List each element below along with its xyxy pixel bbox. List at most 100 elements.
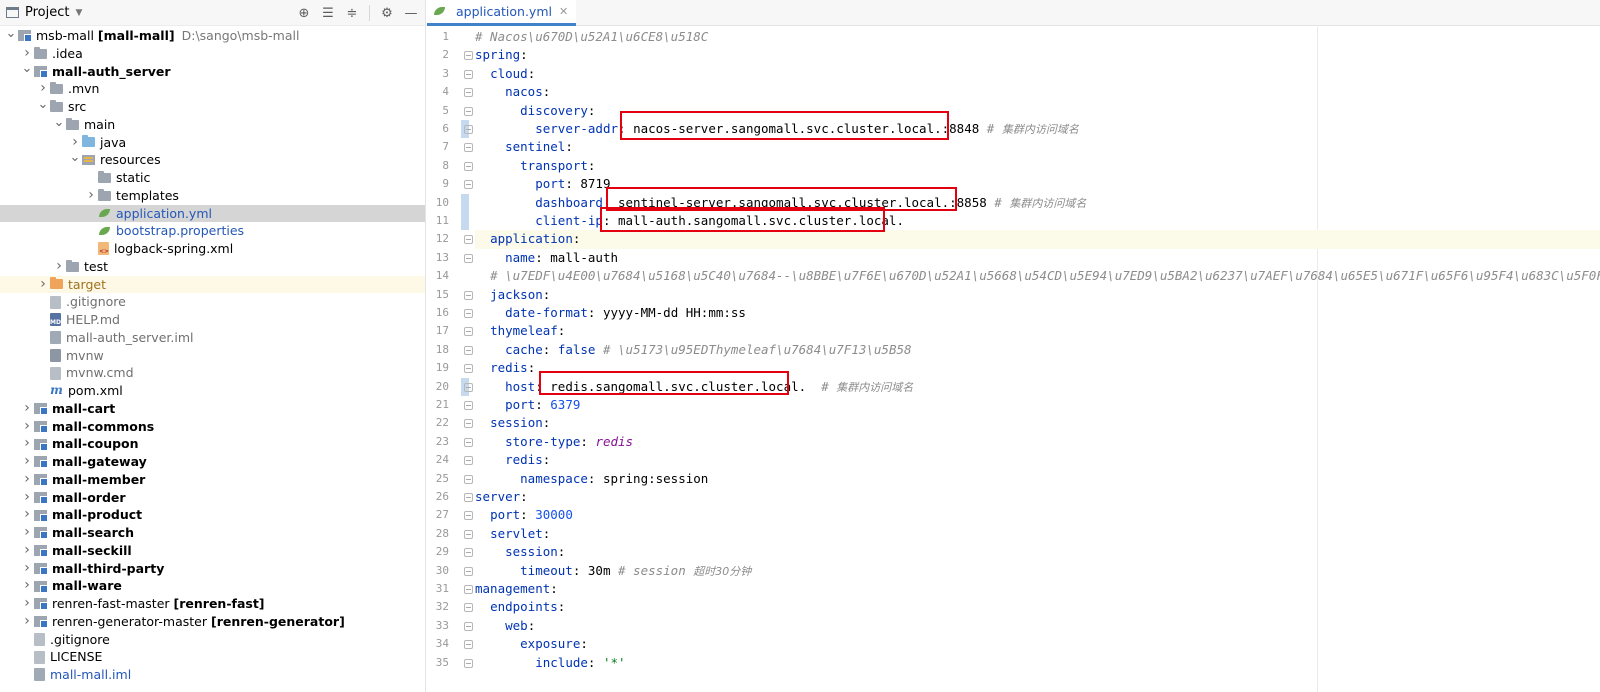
fold-marker[interactable] [464,566,473,576]
fold-marker[interactable] [464,309,473,318]
change-marker[interactable] [461,212,469,231]
fold-marker[interactable] [464,401,473,410]
code-line[interactable]: port: 6379 [475,396,1600,414]
fold-marker[interactable] [464,143,473,153]
tree-item[interactable]: mvnw.cmd [0,364,425,382]
code-line[interactable]: servlet: [475,525,1600,543]
tree-item[interactable]: › mall-third-party [0,560,425,578]
tree-item[interactable]: › .idea [0,45,425,63]
chevron-right-icon[interactable]: › [36,80,50,98]
chevron-down-icon[interactable]: ⌄ [36,98,50,111]
chevron-right-icon[interactable]: › [20,542,34,560]
code-line[interactable]: thymeleaf: [475,322,1600,340]
chevron-right-icon[interactable]: › [84,187,98,205]
collapse-all-icon[interactable]: ≑ [342,4,362,22]
chevron-right-icon[interactable]: › [20,560,34,578]
code-line[interactable]: discovery: [475,102,1600,120]
target-icon[interactable]: ⊕ [294,4,314,22]
chevron-right-icon[interactable]: › [20,471,34,489]
code-line[interactable]: store-type: redis [475,433,1600,451]
fold-marker[interactable] [464,548,473,558]
code-line[interactable]: cache: false # \u5173\u95EDThymeleaf\u76… [475,341,1600,359]
fold-marker[interactable] [464,585,473,594]
fold-marker[interactable] [464,364,473,374]
code-line[interactable]: web: [475,617,1600,635]
tree-item[interactable]: › mall-product [0,506,425,524]
tree-item[interactable]: m pom.xml [0,382,425,400]
fold-marker[interactable] [464,290,473,300]
fold-marker[interactable] [464,511,473,521]
fold-marker[interactable] [464,51,473,61]
fold-marker[interactable] [464,345,473,355]
minimize-icon[interactable]: — [401,4,421,22]
tree-item[interactable]: .gitignore [0,631,425,649]
code-line[interactable]: # Nacos\u670D\u52A1\u6CE8\u518C [475,28,1600,46]
code-line[interactable]: endpoints: [475,598,1600,616]
tree-item[interactable]: ⌄ main [0,116,425,134]
code-line[interactable]: exposure: [475,635,1600,653]
code-line[interactable]: # \u7EDF\u4E00\u7684\u5168\u5C40\u7684--… [475,267,1600,285]
code-line[interactable]: include: '*' [475,654,1600,672]
code-line[interactable]: port: 30000 [475,506,1600,524]
code-line[interactable]: cloud: [475,65,1600,83]
code-line[interactable]: nacos: [475,83,1600,101]
tree-item[interactable]: › mall-order [0,489,425,507]
tree-item[interactable]: static [0,169,425,187]
code-line[interactable]: session: [475,543,1600,561]
change-marker[interactable] [461,193,469,212]
tree-item[interactable]: › mall-commons [0,418,425,436]
tree-item[interactable]: ⌄ resources [0,151,425,169]
tree-item[interactable]: application.yml [0,204,425,223]
tree-item[interactable]: mall-auth_server.iml [0,329,425,347]
code-line[interactable]: management: [475,580,1600,598]
code-line[interactable]: session: [475,414,1600,432]
fold-marker[interactable] [464,327,473,337]
fold-marker[interactable] [464,419,473,429]
fold-marker[interactable] [464,658,473,668]
gear-icon[interactable]: ⚙ [377,4,397,22]
fold-marker[interactable] [464,69,473,79]
fold-marker[interactable] [464,456,473,466]
fold-marker[interactable] [464,235,473,245]
chevron-right-icon[interactable]: › [52,258,66,276]
fold-marker[interactable] [464,437,473,447]
tree-item[interactable]: LICENSE [0,648,425,666]
code-line[interactable]: server: [475,488,1600,506]
code-line[interactable]: namespace: spring:session [475,470,1600,488]
expand-all-icon[interactable]: ☰ [318,4,338,22]
fold-marker[interactable] [464,253,473,263]
fold-marker[interactable] [464,88,473,98]
tree-item[interactable]: ⌄ msb-mall [mall-mall] D:\sango\msb-mall [0,27,425,45]
code-line[interactable]: redis: [475,359,1600,377]
tree-item[interactable]: › test [0,258,425,276]
code-content[interactable]: # Nacos\u670D\u52A1\u6CE8\u518C spring: c… [475,27,1600,692]
code-line[interactable]: name: mall-auth [475,249,1600,267]
chevron-right-icon[interactable]: › [68,134,82,152]
tree-item[interactable]: logback-spring.xml [0,240,425,258]
code-line[interactable]: server-addr: nacos-server.sangomall.svc.… [475,120,1600,138]
tree-item[interactable]: › mall-search [0,524,425,542]
tree-item[interactable]: mvnw [0,347,425,365]
code-line[interactable]: timeout: 30m # session 超时30分钟 [475,562,1600,580]
code-line[interactable]: dashboard: sentinel-server.sangomall.svc… [475,194,1600,212]
fold-marker[interactable] [464,382,473,392]
fold-marker[interactable] [464,161,473,171]
chevron-right-icon[interactable]: › [20,418,34,436]
project-view-selector[interactable]: Project [25,5,69,20]
tree-item[interactable]: › mall-ware [0,577,425,595]
tree-item[interactable]: HELP.md [0,311,425,329]
tree-item[interactable]: › mall-member [0,471,425,489]
chevron-right-icon[interactable]: › [20,453,34,471]
code-line[interactable]: sentinel: [475,138,1600,156]
tree-item[interactable]: › mall-cart [0,400,425,418]
fold-marker[interactable] [464,493,473,502]
chevron-down-icon[interactable]: ⌄ [52,116,66,129]
tab-application-yml[interactable]: application.yml ✕ [427,0,577,26]
fold-marker[interactable] [464,180,473,190]
chevron-right-icon[interactable]: › [20,506,34,524]
tree-item[interactable]: ⌄ mall-auth_server [0,62,425,81]
tree-item[interactable]: › .mvn [0,80,425,98]
tree-item[interactable]: › renren-generator-master [renren-generato… [0,613,425,631]
tree-item[interactable]: mall-mall.iml [0,666,425,684]
code-line[interactable]: redis: [475,451,1600,469]
